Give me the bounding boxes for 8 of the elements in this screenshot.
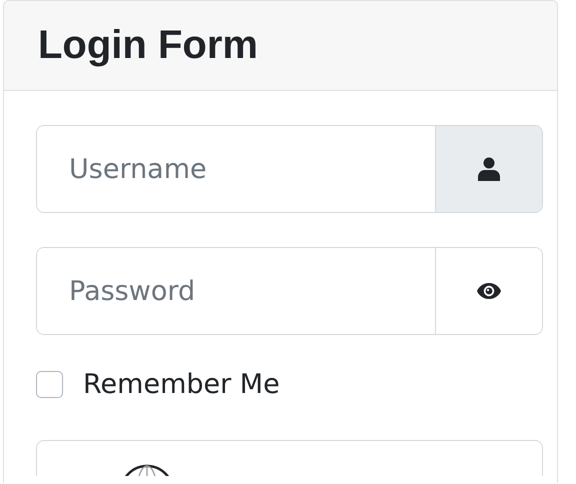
form-title: Login Form [38, 23, 258, 68]
eye-icon[interactable] [476, 282, 502, 300]
user-icon [478, 157, 500, 181]
checkbox-label[interactable]: Remember Me [83, 369, 280, 400]
bottom-button[interactable] [36, 440, 543, 476]
password-field[interactable]: Password [36, 247, 543, 335]
username-field[interactable]: Username [36, 125, 543, 213]
checkbox[interactable] [36, 371, 63, 398]
